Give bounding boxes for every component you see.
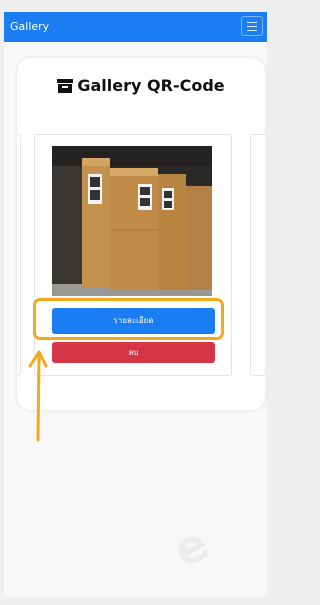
delete-button[interactable]: ลบ [52, 342, 215, 363]
page-title: Gallery QR-Code [17, 76, 265, 97]
annotation-arrow-icon [28, 346, 48, 446]
hamburger-icon[interactable] [241, 16, 263, 36]
annotation-highlight-box [33, 298, 224, 340]
gallery-item-prev[interactable] [17, 134, 21, 376]
navbar: Gallery [4, 12, 267, 42]
gallery-card: Gallery QR-Code รายละเอียด ลบ [17, 58, 265, 410]
archive-box-icon [57, 78, 74, 97]
boxes-with-qr-codes-photo[interactable] [52, 146, 212, 296]
gallery-item-next[interactable] [250, 134, 265, 376]
gallery-carousel[interactable]: รายละเอียด ลบ [17, 134, 265, 410]
page-title-text: Gallery QR-Code [77, 76, 225, 95]
navbar-brand[interactable]: Gallery [10, 20, 49, 33]
